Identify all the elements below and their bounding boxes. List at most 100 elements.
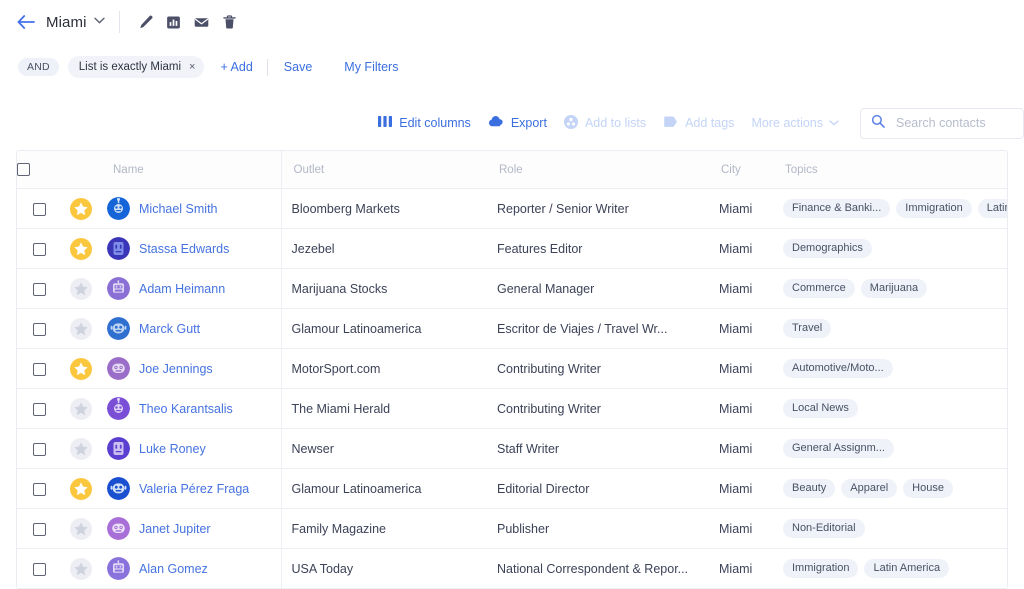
favorite-star-icon[interactable] bbox=[61, 438, 101, 460]
row-checkbox[interactable] bbox=[33, 443, 46, 456]
city-text: Miami bbox=[709, 322, 773, 336]
row-checkbox[interactable] bbox=[33, 403, 46, 416]
contact-name-link[interactable]: Michael Smith bbox=[139, 202, 218, 216]
search-input[interactable] bbox=[894, 115, 1013, 131]
topic-tag[interactable]: House bbox=[903, 479, 953, 498]
column-header-outlet[interactable]: Outlet bbox=[281, 151, 487, 189]
back-arrow-icon[interactable] bbox=[16, 12, 36, 32]
city-text: Miami bbox=[709, 522, 773, 536]
filter-bar: AND List is exactly Miami × + Add Save M… bbox=[18, 53, 1024, 81]
close-icon[interactable]: × bbox=[189, 62, 195, 73]
contact-name-link[interactable]: Stassa Edwards bbox=[139, 242, 229, 256]
row-checkbox[interactable] bbox=[33, 323, 46, 336]
row-checkbox[interactable] bbox=[33, 523, 46, 536]
row-topics-cell: Non-Editorial bbox=[773, 509, 1007, 549]
favorite-star-icon[interactable] bbox=[61, 558, 101, 580]
favorite-star-icon[interactable] bbox=[61, 198, 101, 220]
save-filter-button[interactable]: Save bbox=[284, 60, 313, 74]
row-checkbox[interactable] bbox=[33, 363, 46, 376]
row-role-cell: Reporter / Senior Writer bbox=[487, 189, 709, 229]
column-header-topics[interactable]: Topics bbox=[773, 151, 1007, 189]
topic-tag[interactable]: Beauty bbox=[783, 479, 835, 498]
column-header-name[interactable]: Name bbox=[101, 151, 281, 189]
table-row[interactable]: Janet JupiterFamily MagazinePublisherMia… bbox=[17, 509, 1007, 549]
row-checkbox[interactable] bbox=[33, 483, 46, 496]
topic-tag[interactable]: Latin America bbox=[864, 559, 949, 578]
row-checkbox[interactable] bbox=[33, 283, 46, 296]
table-row[interactable]: Stassa EdwardsJezebelFeatures EditorMiam… bbox=[17, 229, 1007, 269]
row-outlet-cell: Glamour Latinoamerica bbox=[281, 309, 487, 349]
favorite-star-icon[interactable] bbox=[61, 238, 101, 260]
contact-name-link[interactable]: Joe Jennings bbox=[139, 362, 213, 376]
favorite-star-icon[interactable] bbox=[61, 358, 101, 380]
topic-tag[interactable]: Immigration bbox=[896, 199, 971, 218]
filter-chip[interactable]: List is exactly Miami × bbox=[68, 56, 205, 78]
favorite-star-icon[interactable] bbox=[61, 518, 101, 540]
topic-tag[interactable]: Immigration bbox=[783, 559, 858, 578]
topic-tag[interactable]: Apparel bbox=[841, 479, 897, 498]
topic-tag[interactable]: Local News bbox=[783, 399, 858, 418]
topic-tag[interactable]: Commerce bbox=[783, 279, 855, 298]
topic-tag[interactable]: Marijuana bbox=[861, 279, 927, 298]
table-body: Michael Smith Bloomberg MarketsReporter /… bbox=[17, 189, 1007, 589]
column-header-city[interactable]: City bbox=[709, 151, 773, 189]
row-select-cell bbox=[17, 229, 61, 269]
favorite-star-icon[interactable] bbox=[61, 278, 101, 300]
topic-tag[interactable]: Travel bbox=[783, 319, 831, 338]
row-checkbox[interactable] bbox=[33, 203, 46, 216]
table-row[interactable]: Joe JenningsMotorSport.comContributing W… bbox=[17, 349, 1007, 389]
my-filters-button[interactable]: My Filters bbox=[344, 60, 398, 74]
row-outlet-cell: Bloomberg Markets bbox=[281, 189, 487, 229]
table-row[interactable]: Valeria Pérez FragaGlamour Latinoamerica… bbox=[17, 469, 1007, 509]
row-city-cell: Miami bbox=[709, 269, 773, 309]
topic-tag[interactable]: Non-Editorial bbox=[783, 519, 865, 538]
row-checkbox[interactable] bbox=[33, 243, 46, 256]
favorite-star-icon[interactable] bbox=[61, 398, 101, 420]
column-header-role[interactable]: Role bbox=[487, 151, 709, 189]
toolbar-divider bbox=[119, 11, 120, 33]
select-all-checkbox[interactable] bbox=[17, 163, 30, 176]
favorite-star-icon[interactable] bbox=[61, 478, 101, 500]
pencil-icon[interactable] bbox=[132, 8, 160, 36]
topic-tag[interactable]: General Assignm... bbox=[783, 439, 894, 458]
row-star-cell bbox=[61, 349, 101, 389]
add-tags-button[interactable]: Add tags bbox=[663, 116, 734, 131]
bar-chart-icon[interactable] bbox=[160, 8, 188, 36]
row-checkbox[interactable] bbox=[33, 563, 46, 576]
favorite-star-icon[interactable] bbox=[61, 318, 101, 340]
contact-name-link[interactable]: Valeria Pérez Fraga bbox=[139, 482, 249, 496]
chevron-down-icon[interactable] bbox=[94, 17, 105, 27]
envelope-icon[interactable] bbox=[188, 8, 216, 36]
export-button[interactable]: Export bbox=[488, 115, 547, 131]
list-header-bar: Miami bbox=[0, 0, 1024, 40]
table-row[interactable]: Luke RoneyNewserStaff WriterMiamiGeneral… bbox=[17, 429, 1007, 469]
add-to-lists-button[interactable]: Add to lists bbox=[564, 115, 646, 132]
table-row[interactable]: Adam HeimannMarijuana StocksGeneral Mana… bbox=[17, 269, 1007, 309]
edit-columns-button[interactable]: Edit columns bbox=[378, 115, 471, 131]
table-row[interactable]: Michael Smith Bloomberg MarketsReporter /… bbox=[17, 189, 1007, 229]
contacts-table: Name Outlet Role City Topics Michael Smi… bbox=[16, 150, 1008, 589]
trash-icon[interactable] bbox=[216, 8, 244, 36]
contact-name-link[interactable]: Janet Jupiter bbox=[139, 522, 211, 536]
row-city-cell: Miami bbox=[709, 469, 773, 509]
table-row[interactable]: Marck GuttGlamour LatinoamericaEscritor … bbox=[17, 309, 1007, 349]
topic-tag[interactable]: Automotive/Moto... bbox=[783, 359, 893, 378]
more-actions-button[interactable]: More actions bbox=[751, 116, 839, 130]
outlet-text: Bloomberg Markets bbox=[282, 202, 488, 216]
topic-tag[interactable]: Demographics bbox=[783, 239, 872, 258]
contact-name-link[interactable]: Luke Roney bbox=[139, 442, 206, 456]
search-contacts-box[interactable] bbox=[860, 108, 1024, 139]
add-filter-button[interactable]: + Add bbox=[220, 60, 252, 74]
table-row[interactable]: Theo KarantsalisThe Miami HeraldContribu… bbox=[17, 389, 1007, 429]
contact-name-link[interactable]: Theo Karantsalis bbox=[139, 402, 233, 416]
contact-name-link[interactable]: Marck Gutt bbox=[139, 322, 200, 336]
filter-operator-chip[interactable]: AND bbox=[18, 58, 59, 77]
cloud-download-icon bbox=[488, 115, 504, 131]
topic-tag[interactable]: Finance & Banki... bbox=[783, 199, 890, 218]
city-text: Miami bbox=[709, 282, 773, 296]
page-title: Miami bbox=[46, 14, 87, 31]
contact-name-link[interactable]: Adam Heimann bbox=[139, 282, 225, 296]
outlet-text: Jezebel bbox=[282, 242, 488, 256]
contact-name-link[interactable]: Alan Gomez bbox=[139, 562, 208, 576]
topic-tag[interactable]: Latin America bbox=[978, 199, 1007, 218]
